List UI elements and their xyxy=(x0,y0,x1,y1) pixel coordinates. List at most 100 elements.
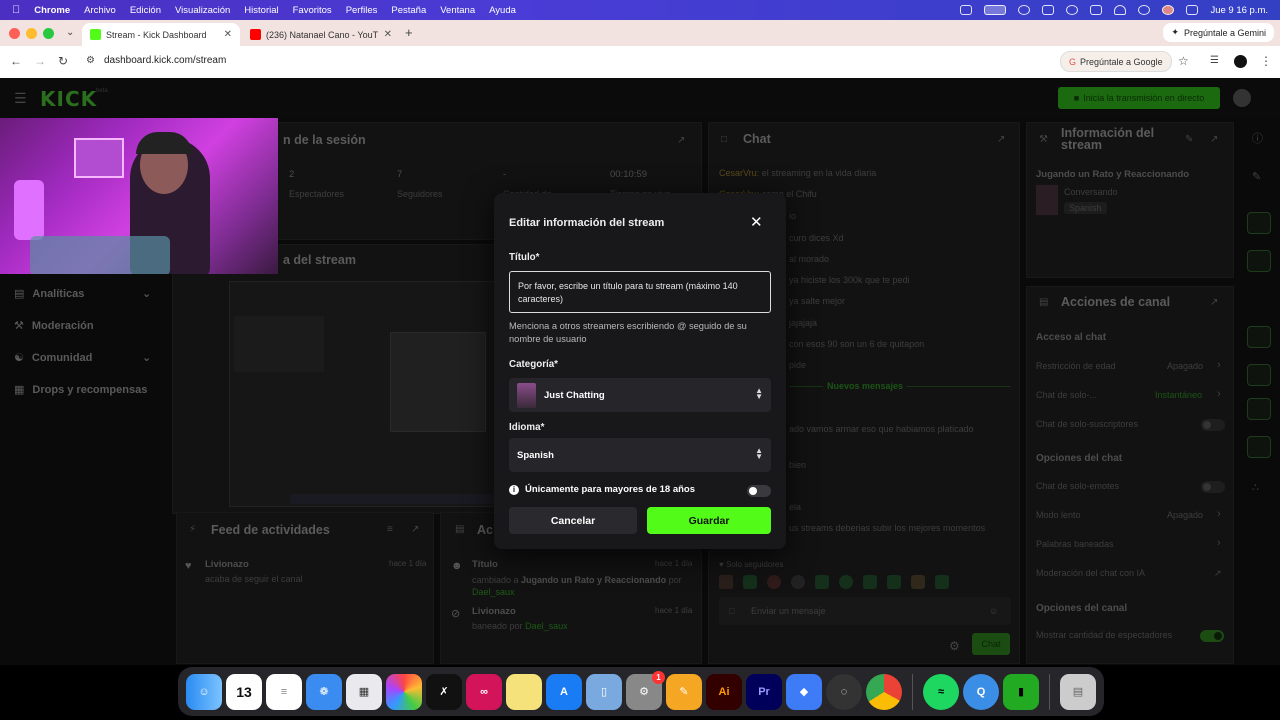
edit-pencil-icon[interactable]: ✎ xyxy=(1185,134,1193,145)
emote-icon[interactable] xyxy=(743,575,757,589)
close-icon[interactable]: ✕ xyxy=(750,213,763,231)
trash-icon[interactable]: ▤ xyxy=(1060,673,1096,710)
hamburger-menu-icon[interactable]: ☰ xyxy=(14,90,27,107)
kick-logo[interactable]: KICK xyxy=(40,87,97,111)
rail-chat-icon[interactable] xyxy=(1247,326,1271,348)
photos-icon[interactable] xyxy=(386,673,422,710)
maximize-window-icon[interactable] xyxy=(43,28,54,39)
app-store-icon[interactable]: A xyxy=(546,673,582,710)
search-icon[interactable] xyxy=(1138,5,1151,15)
rail-bolt-icon[interactable] xyxy=(1247,250,1271,272)
chrome-icon[interactable] xyxy=(866,673,902,710)
close-window-icon[interactable] xyxy=(9,28,20,39)
obs-status-icon[interactable] xyxy=(960,5,973,15)
launchpad-icon[interactable]: ▦ xyxy=(346,673,382,710)
site-info-icon[interactable]: ⚙ xyxy=(86,55,95,66)
stream-title-input[interactable]: Por favor, escribe un título para tu str… xyxy=(509,271,771,313)
popout-icon[interactable]: ↗ xyxy=(1210,297,1218,308)
headphones-icon[interactable] xyxy=(1114,5,1127,15)
emote-icon[interactable] xyxy=(887,575,901,589)
menu-item-favoritos[interactable]: Favoritos xyxy=(293,5,332,16)
action-user[interactable]: Dael_saux xyxy=(472,587,515,597)
menu-item-perfiles[interactable]: Perfiles xyxy=(346,5,378,16)
subs-only-toggle[interactable] xyxy=(1201,419,1225,431)
chat-send-button[interactable]: Chat xyxy=(972,633,1010,655)
menu-item-ventana[interactable]: Ventana xyxy=(440,5,475,16)
creative-cloud-icon[interactable]: ∞ xyxy=(466,673,502,710)
play-icon[interactable] xyxy=(1066,5,1079,15)
back-icon[interactable]: ← xyxy=(10,54,22,68)
adults-only-toggle[interactable] xyxy=(747,485,771,497)
user-avatar-icon[interactable] xyxy=(1162,5,1175,15)
emotes-only-toggle[interactable] xyxy=(1201,481,1225,493)
notes-icon[interactable] xyxy=(506,673,542,710)
nav-moderacion[interactable]: ⚒ Moderación xyxy=(14,319,94,332)
popout-icon[interactable]: ↗ xyxy=(411,524,419,535)
reload-icon[interactable]: ↻ xyxy=(58,54,68,68)
nav-drops[interactable]: ▦ Drops y recompensas xyxy=(14,383,147,396)
rail-dots-icon[interactable]: ∴ xyxy=(1252,481,1259,494)
profile-avatar[interactable] xyxy=(1234,55,1247,68)
iphone-mirroring-icon[interactable]: ▯ xyxy=(586,673,622,710)
system-settings-icon[interactable]: ⚙ 1 xyxy=(626,670,665,710)
chat-settings-gear-icon[interactable]: ⚙ xyxy=(949,639,960,653)
rail-broadcast-icon[interactable] xyxy=(1247,364,1271,386)
nav-comunidad[interactable]: ☯ Comunidad ⌄ xyxy=(14,351,151,364)
wifi-icon[interactable] xyxy=(1018,5,1031,15)
battery-icon[interactable] xyxy=(1042,5,1055,15)
capcut-icon[interactable]: ✗ xyxy=(426,673,462,710)
nav-analiticas[interactable]: ▤ Analíticas ⌄ xyxy=(14,287,151,300)
spotify-icon[interactable]: ≈ xyxy=(923,673,959,710)
menu-item-historial[interactable]: Historial xyxy=(244,5,278,16)
tab-youtube[interactable]: (236) Natanael Cano - YouTub ✕ xyxy=(242,23,400,46)
menubar-clock[interactable]: Jue 9 16 p.m. xyxy=(1210,5,1268,16)
display-icon[interactable] xyxy=(1090,5,1103,15)
emote-icon[interactable] xyxy=(815,575,829,589)
url-field[interactable]: dashboard.kick.com/stream xyxy=(104,55,226,66)
gemini-tab-button[interactable]: ✦ Pregúntale a Gemini xyxy=(1163,23,1274,42)
obs-icon[interactable]: ◌ xyxy=(826,673,862,710)
close-tab-icon[interactable]: ✕ xyxy=(224,29,232,40)
roblox-icon[interactable]: ◆ xyxy=(786,673,822,710)
ask-google-button[interactable]: G Pregúntale a Google xyxy=(1060,51,1172,72)
chat-input[interactable]: □ Enviar un mensaje ☺ xyxy=(719,597,1011,625)
emote-icon[interactable] xyxy=(719,575,733,589)
info-icon[interactable]: ⓘ xyxy=(1252,130,1263,146)
minimize-window-icon[interactable] xyxy=(26,28,37,39)
emote-icon[interactable] xyxy=(839,575,853,589)
menu-item-visualizacion[interactable]: Visualización xyxy=(175,5,230,16)
action-user[interactable]: Dael_saux xyxy=(525,621,568,631)
tab-search-icon[interactable]: ⌄ xyxy=(66,27,74,38)
viewer-count-toggle[interactable] xyxy=(1200,630,1224,642)
rail-action-icon[interactable] xyxy=(1247,212,1271,234)
start-stream-button[interactable]: ■ Inicia la transmisión en directo xyxy=(1058,87,1220,109)
browser-menu-icon[interactable]: ⋮ xyxy=(1260,54,1272,68)
close-tab-icon[interactable]: ✕ xyxy=(384,29,392,40)
rail-tool-icon[interactable] xyxy=(1247,436,1271,458)
language-select[interactable]: Spanish ▲ ▼ xyxy=(509,438,771,472)
popout-icon[interactable]: ↗ xyxy=(677,135,685,146)
battery-monitor-icon[interactable]: ▮ xyxy=(1003,673,1039,710)
illustrator-icon[interactable]: Ai xyxy=(706,673,742,710)
premiere-icon[interactable]: Pr xyxy=(746,673,782,710)
quicktime-icon[interactable]: Q xyxy=(963,673,999,710)
menu-item-edicion[interactable]: Edición xyxy=(130,5,161,16)
control-center-icon[interactable] xyxy=(1186,5,1199,15)
pencil-icon[interactable]: ✎ xyxy=(1252,170,1261,183)
rail-layout-icon[interactable] xyxy=(1247,398,1271,420)
apple-icon[interactable]:  xyxy=(12,4,20,16)
save-button[interactable]: Guardar xyxy=(647,507,771,534)
menu-item-archivo[interactable]: Archivo xyxy=(84,5,116,16)
emote-icon[interactable] xyxy=(935,575,949,589)
tab-kick-dashboard[interactable]: Stream - Kick Dashboard ✕ xyxy=(82,23,240,46)
emote-icon[interactable] xyxy=(791,575,805,589)
safari-icon[interactable]: ❁ xyxy=(306,673,342,710)
user-avatar[interactable] xyxy=(1233,89,1251,107)
forward-icon[interactable]: → xyxy=(34,54,46,68)
emote-icon[interactable] xyxy=(911,575,925,589)
finder-icon[interactable]: ☺ xyxy=(186,673,222,710)
menu-item-pestana[interactable]: Pestaña xyxy=(391,5,426,16)
reminders-icon[interactable]: ≡ xyxy=(266,673,302,710)
emoji-icon[interactable]: ☺ xyxy=(989,606,998,616)
calendar-icon[interactable]: 13 xyxy=(226,673,262,710)
